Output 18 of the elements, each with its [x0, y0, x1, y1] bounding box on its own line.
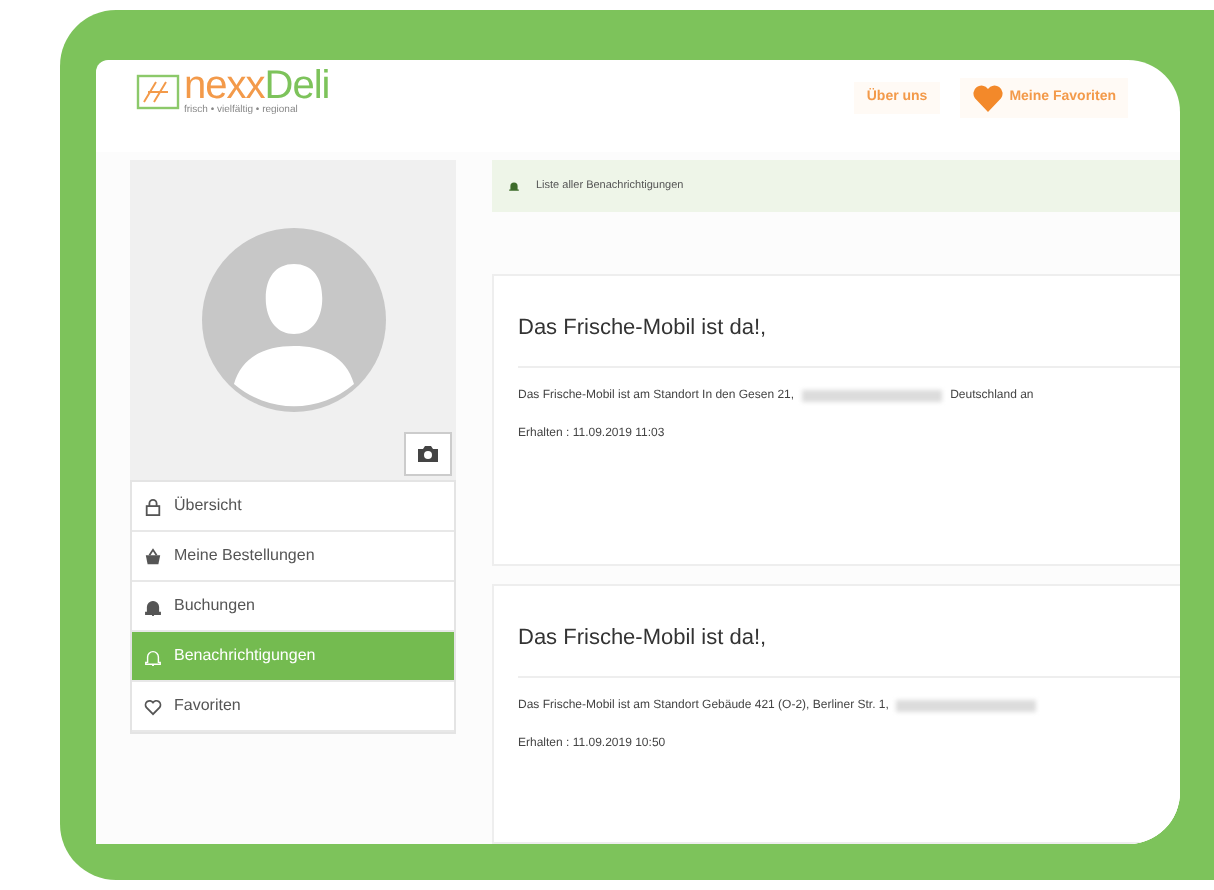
redacted-blur: [802, 390, 943, 402]
sidebar-item[interactable]: Favoriten: [132, 682, 454, 732]
camera-icon: [416, 444, 440, 464]
notification-title: Das Frische-Mobil ist da!,: [518, 586, 1180, 677]
basket-icon: [144, 547, 162, 565]
logo-icon: [136, 71, 180, 111]
redacted-blur: [896, 700, 1037, 712]
notification-title: Das Frische-Mobil ist da!,: [518, 276, 1180, 367]
camera-button[interactable]: [404, 432, 452, 476]
heart-icon: [971, 84, 1004, 112]
avatar-icon: [201, 228, 385, 412]
sidebar-item[interactable]: Übersicht: [132, 482, 454, 532]
heart-icon: [144, 697, 162, 715]
lock-icon: [144, 497, 162, 515]
bell-icon: [508, 180, 520, 192]
sidebar-item[interactable]: Meine Bestellungen: [132, 532, 454, 582]
bell-icon: [144, 647, 162, 665]
bell-icon: [144, 597, 162, 615]
